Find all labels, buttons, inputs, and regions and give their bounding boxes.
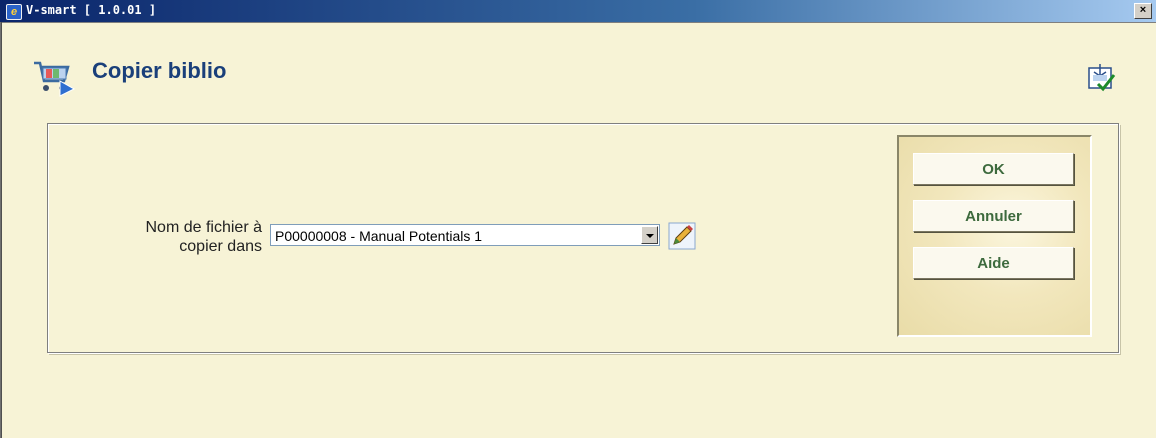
- layout-check-icon[interactable]: [1086, 62, 1116, 92]
- target-file-label: Nom de fichier à copier dans: [145, 219, 263, 255]
- window-frame: [0, 22, 2, 438]
- ok-button[interactable]: OK: [913, 153, 1074, 185]
- shopping-cart-icon: [34, 61, 76, 97]
- page-title: Copier biblio: [92, 58, 227, 83]
- help-button[interactable]: Aide: [913, 247, 1074, 279]
- app-logo-icon: e: [6, 4, 22, 20]
- close-button[interactable]: ×: [1134, 3, 1152, 19]
- cancel-button[interactable]: Annuler: [913, 200, 1074, 232]
- pencil-icon[interactable]: [668, 222, 696, 250]
- dropdown-arrow-icon[interactable]: [641, 226, 658, 244]
- window-title: V-smart [ 1.0.01 ]: [26, 3, 157, 17]
- target-file-select[interactable]: P00000008 - Manual Potentials 1: [270, 224, 660, 246]
- title-bar: e V-smart [ 1.0.01 ] ×: [0, 0, 1156, 23]
- target-file-value: P00000008 - Manual Potentials 1: [275, 228, 483, 244]
